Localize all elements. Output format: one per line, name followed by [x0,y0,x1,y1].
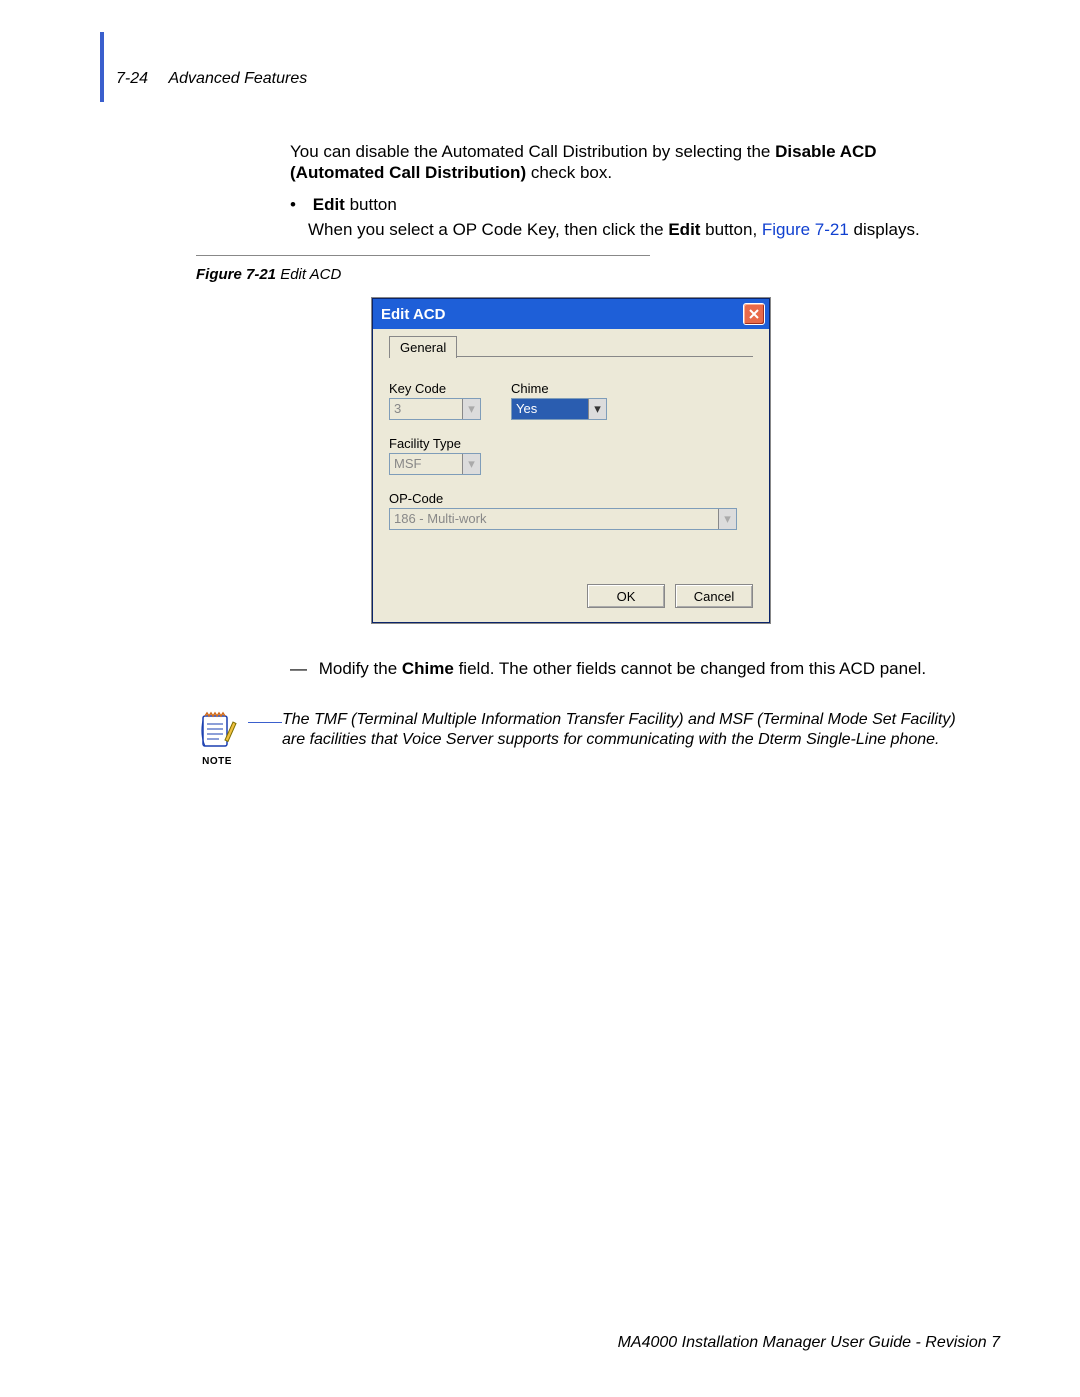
chevron-down-icon: ▾ [462,454,480,474]
opcode-value: 186 - Multi-work [390,509,718,529]
edit-desc-d: displays. [849,220,920,239]
figure-rule [196,255,650,256]
edit-suffix: button [345,195,397,214]
chime-label: Chime [511,381,607,396]
section-title: Advanced Features [168,70,307,87]
close-icon[interactable] [743,303,765,325]
ok-button[interactable]: OK [587,584,665,608]
figure-title: Edit ACD [276,266,341,283]
intro-text-c: check box. [526,163,612,182]
facility-value: MSF [390,454,462,474]
dash-icon: — [290,658,314,679]
edit-desc-b: Edit [668,220,700,239]
opcode-combo: 186 - Multi-work ▾ [389,508,737,530]
keycode-combo: 3 ▾ [389,398,481,420]
page-footer: MA4000 Installation Manager User Guide -… [618,1334,1000,1352]
modify-paragraph: — Modify the Chime field. The other fiel… [290,658,946,679]
note-connector-line [248,722,282,746]
header-accent-bar [100,32,104,102]
dialog-titlebar[interactable]: Edit ACD [373,299,769,329]
notepad-icon [195,710,239,754]
figure-number: Figure 7-21 [196,266,276,283]
chevron-down-icon: ▾ [462,399,480,419]
edit-desc-c: button, [700,220,761,239]
body-text-block: You can disable the Automated Call Distr… [290,141,946,240]
edit-description: When you select a OP Code Key, then clic… [308,219,928,240]
edit-desc-a: When you select a OP Code Key, then clic… [308,220,668,239]
edit-acd-dialog: Edit ACD General Key Code 3 ▾ [372,298,770,623]
cancel-label: Cancel [694,589,734,604]
facility-label: Facility Type [389,436,481,451]
chevron-down-icon[interactable]: ▾ [588,399,606,419]
dialog-title: Edit ACD [381,306,445,323]
keycode-label: Key Code [389,381,481,396]
intro-text-a: You can disable the Automated Call Distr… [290,142,775,161]
modify-b: Chime [402,659,454,678]
intro-paragraph: You can disable the Automated Call Distr… [290,141,946,184]
chevron-down-icon: ▾ [718,509,736,529]
opcode-label: OP-Code [389,491,737,506]
note-label: NOTE [202,756,232,767]
edit-bullet: • Edit button [290,194,946,215]
bullet-icon: • [290,194,308,215]
page-header: 7-24 Advanced Features [116,70,307,88]
note-text: The TMF (Terminal Multiple Information T… [282,710,956,750]
modify-a: Modify the [319,659,402,678]
note-block: NOTE The TMF (Terminal Multiple Informat… [186,710,956,767]
chime-combo[interactable]: Yes ▾ [511,398,607,420]
facility-combo: MSF ▾ [389,453,481,475]
ok-label: OK [617,589,636,604]
figure-caption: Figure 7-21 Edit ACD [196,266,341,283]
page-number: 7-24 [116,70,148,87]
cancel-button[interactable]: Cancel [675,584,753,608]
chime-value: Yes [512,399,588,419]
figure-link[interactable]: Figure 7-21 [762,220,849,239]
modify-c: field. The other fields cannot be change… [454,659,926,678]
tab-general[interactable]: General [389,336,457,358]
keycode-value: 3 [390,399,462,419]
edit-label: Edit [313,195,345,214]
